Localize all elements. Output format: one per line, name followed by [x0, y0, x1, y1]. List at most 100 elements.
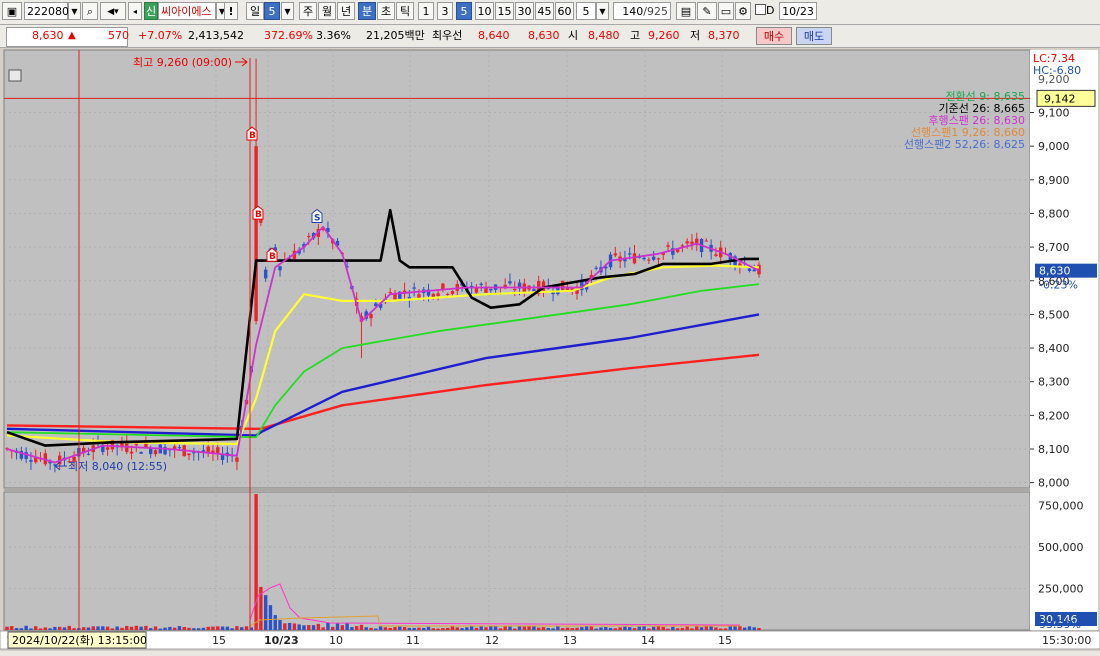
custom-interval-input[interactable]: 5	[576, 2, 596, 20]
volume-bar	[469, 626, 474, 630]
interval-10-button[interactable]: 10	[475, 2, 494, 20]
volume-bar	[699, 627, 704, 630]
candle-body	[129, 451, 134, 454]
hc-label: HC:-6.80	[1033, 64, 1081, 77]
volume-bar	[67, 625, 71, 630]
checkbox-icon	[755, 4, 766, 15]
volume-bar	[62, 627, 67, 630]
chart-area[interactable]: 9,100 9,000 8,900 8,800 8,700 8,600 8,500 8,400…	[0, 48, 1100, 652]
sound-icon[interactable]: ◀▾	[100, 2, 126, 20]
custom-interval-dropdown-icon[interactable]: ▼	[596, 2, 609, 20]
volume-bar	[110, 628, 115, 630]
sell-button[interactable]: 매도	[796, 27, 832, 45]
volume-bar	[426, 626, 431, 630]
time-tick-label: 15	[718, 634, 732, 647]
search-icon[interactable]: ⌕	[82, 2, 98, 20]
volume-bar	[656, 626, 661, 630]
draw-tools-icon[interactable]: ✎	[697, 2, 717, 20]
volume-bar	[723, 628, 728, 630]
volume-bar	[513, 628, 517, 630]
candle-body	[388, 292, 392, 294]
time-tag: 15:30:00	[1042, 634, 1091, 647]
candle-type-icon[interactable]: ▤	[676, 2, 696, 20]
period-minute-button[interactable]: 분	[358, 2, 376, 20]
interval-15-button[interactable]: 15	[495, 2, 514, 20]
volume-bar	[374, 628, 378, 630]
volume-bar	[57, 626, 62, 630]
low-label: 저	[690, 29, 701, 42]
window-icon[interactable]: ▣	[2, 2, 22, 20]
volume-bar	[431, 628, 436, 630]
volume-bar	[192, 628, 196, 630]
period-dropdown-icon[interactable]: ▼	[281, 2, 294, 20]
candle-body	[29, 460, 33, 462]
interval-30-button[interactable]: 30	[515, 2, 534, 20]
volume-bar	[302, 625, 306, 630]
volume-bar	[671, 626, 675, 630]
volume-bar	[125, 625, 129, 630]
interval-60-button[interactable]: 60	[555, 2, 574, 20]
volume-bar	[618, 627, 622, 630]
volume-bar	[29, 628, 33, 630]
volume-bar	[685, 626, 689, 630]
volume-bar	[153, 626, 158, 630]
current-pct-tag: -0.23%	[1039, 279, 1078, 292]
candle-body	[445, 293, 450, 295]
volume-bar	[556, 626, 560, 630]
interval-5-button[interactable]: 5	[456, 2, 472, 20]
volume-bar	[345, 622, 349, 630]
volume-tick-label: 750,000	[1038, 500, 1084, 513]
high-price: 9,260	[648, 29, 680, 42]
interval-45-button[interactable]: 45	[535, 2, 554, 20]
price-tick-label: 9,100	[1038, 107, 1070, 120]
period-year-button[interactable]: 년	[337, 2, 355, 20]
stock-name-field[interactable]: 씨아이에스	[158, 2, 216, 20]
period-day-value[interactable]: 5	[264, 2, 280, 20]
volume-bar	[599, 627, 603, 630]
volume-bar	[240, 627, 244, 630]
volume-bar	[335, 623, 340, 630]
volume-bar	[460, 628, 464, 630]
period-day-button[interactable]: 일	[246, 2, 264, 20]
candle-body	[690, 241, 694, 244]
candle-body	[704, 240, 709, 242]
interval-3-button[interactable]: 3	[437, 2, 453, 20]
count-field[interactable]: 140/925	[613, 2, 671, 20]
volume-bar	[307, 625, 311, 630]
volume-bar	[316, 623, 321, 630]
save-icon[interactable]: ▭	[718, 2, 734, 20]
price-tick-label: 8,200	[1038, 409, 1070, 422]
alert-button[interactable]: !	[224, 2, 238, 20]
period-second-button[interactable]: 초	[377, 2, 395, 20]
volume-bar	[637, 626, 641, 630]
price-tick-label: 8,700	[1038, 241, 1070, 254]
best-quote-label: 최우선	[432, 29, 463, 42]
volume-bar	[747, 626, 752, 630]
volume-bar	[53, 626, 57, 630]
volume-bar	[474, 627, 479, 630]
volume-bar	[508, 626, 512, 630]
candle-body	[714, 254, 718, 256]
candle-body	[594, 267, 598, 269]
volume-bar	[522, 626, 527, 630]
date-input[interactable]: 10/23	[779, 2, 817, 20]
legend-entry: 선행스팬2 52,26: 8,625	[904, 138, 1025, 151]
candle-body	[666, 245, 670, 247]
period-week-button[interactable]: 주	[299, 2, 317, 20]
period-tick-button[interactable]: 틱	[396, 2, 414, 20]
period-month-button[interactable]: 월	[318, 2, 336, 20]
interval-1-button[interactable]: 1	[418, 2, 434, 20]
stock-code-input[interactable]: 222080	[24, 2, 69, 20]
low-price: 8,370	[708, 29, 740, 42]
gear-icon[interactable]: ⚙	[735, 2, 751, 20]
candle-body	[484, 288, 488, 293]
price-tick-label: 8,800	[1038, 207, 1070, 220]
buy-button[interactable]: 매수	[756, 27, 792, 45]
code-dropdown-icon[interactable]: ▼	[68, 2, 81, 20]
volume-bar	[263, 595, 268, 630]
volume-bar	[38, 628, 43, 630]
d-checkbox[interactable]: D	[755, 2, 777, 20]
price-chart[interactable]: 9,1009,0008,9008,8008,7008,6008,5008,400…	[0, 48, 1100, 652]
prev-icon[interactable]: ◂	[128, 2, 142, 20]
price-tick-label: 9,000	[1038, 140, 1070, 153]
